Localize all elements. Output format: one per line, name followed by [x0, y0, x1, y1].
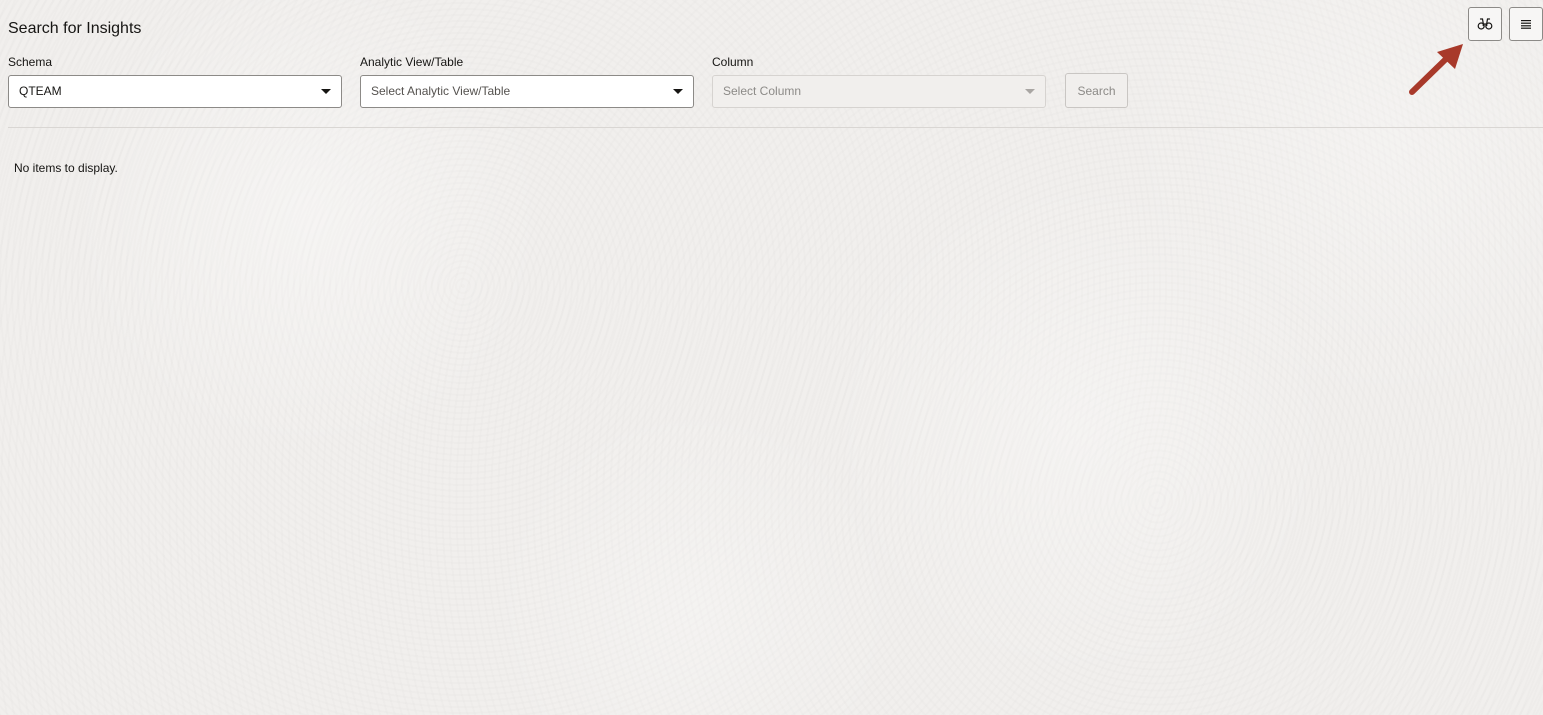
search-button[interactable]: Search: [1065, 73, 1128, 108]
column-placeholder: Select Column: [723, 84, 802, 98]
page-title: Search for Insights: [8, 20, 142, 37]
column-label: Column: [712, 55, 754, 69]
caret-down-icon: [321, 89, 331, 94]
schema-field: Schema QTEAM: [8, 54, 342, 108]
analytic-view-placeholder: Select Analytic View/Table: [371, 84, 511, 98]
column-select: Select Column: [712, 75, 1046, 108]
analytic-view-field: Analytic View/Table Select Analytic View…: [360, 54, 694, 108]
analytic-view-select[interactable]: Select Analytic View/Table: [360, 75, 694, 108]
search-insights-button[interactable]: [1468, 7, 1502, 41]
caret-down-icon: [673, 89, 683, 94]
schema-select[interactable]: QTEAM: [8, 75, 342, 108]
schema-select-value: QTEAM: [19, 84, 62, 98]
menu-button[interactable]: [1509, 7, 1543, 41]
empty-results-message: No items to display.: [14, 161, 118, 175]
annotation-arrow-icon: [1409, 44, 1463, 95]
hamburger-menu-icon: [1521, 20, 1531, 29]
column-field: Column Select Column: [712, 54, 1046, 108]
binoculars-icon: [1477, 18, 1493, 30]
analytic-view-label: Analytic View/Table: [360, 55, 464, 69]
caret-down-icon: [1025, 89, 1035, 94]
schema-label: Schema: [8, 55, 53, 69]
divider: [8, 127, 1543, 128]
